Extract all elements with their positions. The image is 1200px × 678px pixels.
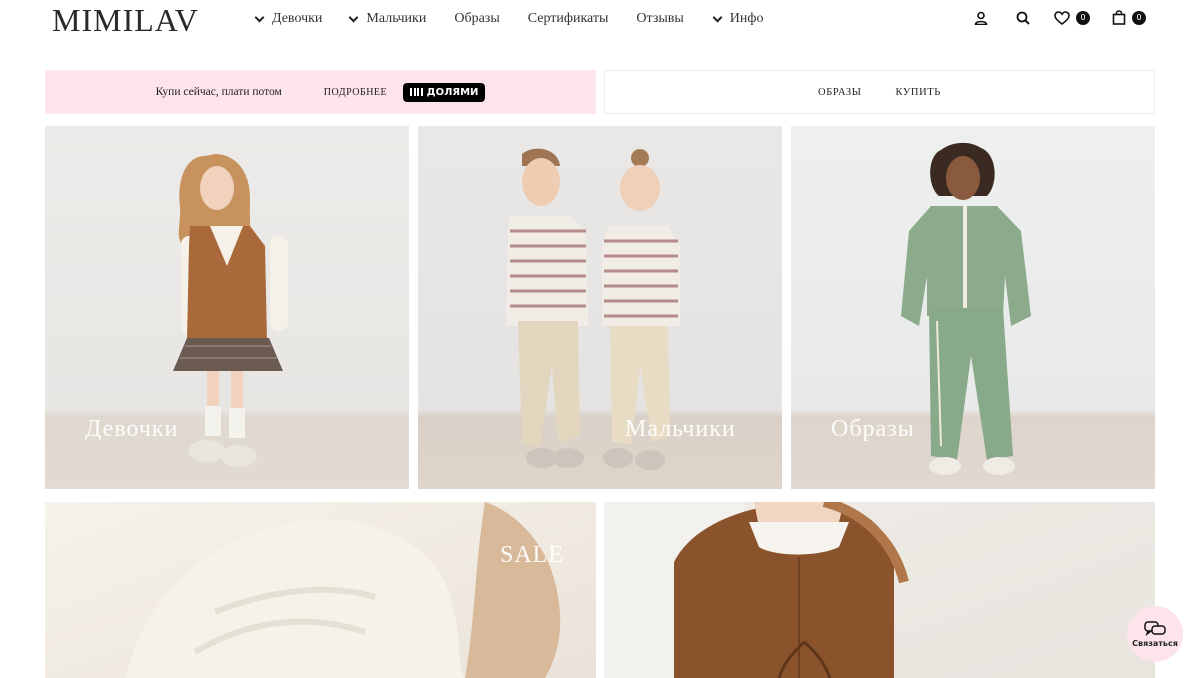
tile-label-sale: SALE bbox=[500, 542, 564, 568]
category-tile-looks[interactable]: Образы bbox=[791, 126, 1155, 489]
tile-label-looks: Образы bbox=[831, 416, 915, 442]
dolyami-badge[interactable]: ДОЛЯМИ bbox=[403, 82, 486, 102]
category-tile-sale[interactable]: SALE bbox=[45, 502, 596, 678]
nav-item-label: Мальчики bbox=[366, 11, 427, 26]
contact-chat-button[interactable]: Связаться bbox=[1127, 606, 1183, 662]
nav-item-label: Сертификаты bbox=[527, 11, 609, 26]
looks-link[interactable]: ОБРАЗЫ bbox=[818, 87, 861, 98]
cart-button[interactable]: 0 bbox=[1112, 10, 1146, 25]
bnpl-promo-banner: Купи сейчас, плати потом ПОДРОБНЕЕ ДОЛЯМ… bbox=[45, 70, 596, 114]
site-logo[interactable]: MIMILAV bbox=[52, 2, 199, 39]
site-header: MIMILAV Девочки Мальчики Образы Сертифик… bbox=[0, 0, 1200, 42]
nav-item-looks[interactable]: Образы bbox=[454, 11, 499, 27]
nav-item-reviews[interactable]: Отзывы bbox=[636, 11, 683, 27]
learn-more-link[interactable]: ПОДРОБНЕЕ bbox=[324, 87, 387, 98]
nav-item-info[interactable]: Инфо bbox=[712, 11, 764, 27]
chevron-down-icon bbox=[348, 12, 359, 22]
cart-count-badge: 0 bbox=[1132, 10, 1146, 25]
heart-icon bbox=[1054, 10, 1070, 25]
looks-promo-banner: ОБРАЗЫ КУПИТЬ bbox=[604, 70, 1155, 114]
wishlist-count-badge: 0 bbox=[1076, 10, 1090, 25]
bag-icon bbox=[1112, 10, 1126, 25]
chevron-down-icon bbox=[712, 12, 723, 22]
nav-item-certificates[interactable]: Сертификаты bbox=[528, 11, 609, 27]
category-tile-featured[interactable] bbox=[604, 502, 1155, 678]
nav-item-label: Инфо bbox=[729, 11, 764, 26]
search-icon bbox=[1016, 11, 1030, 25]
wishlist-button[interactable]: 0 bbox=[1054, 10, 1090, 25]
chevron-down-icon bbox=[254, 12, 265, 22]
tile-label-girls: Девочки bbox=[85, 416, 179, 442]
category-tile-girls[interactable]: Девочки bbox=[45, 126, 409, 489]
category-tile-boys[interactable]: Мальчики bbox=[418, 126, 782, 489]
search-button[interactable] bbox=[1016, 11, 1030, 25]
account-button[interactable] bbox=[974, 11, 988, 25]
nav-item-label: Отзывы bbox=[636, 11, 684, 26]
nav-item-boys[interactable]: Мальчики bbox=[348, 11, 427, 27]
header-icons: 0 0 bbox=[974, 10, 1146, 25]
dolyami-bars-icon bbox=[410, 88, 423, 96]
tile-label-boys: Мальчики bbox=[625, 416, 736, 442]
featured-photo bbox=[604, 502, 909, 678]
chat-icon bbox=[1144, 620, 1166, 636]
nav-item-label: Девочки bbox=[272, 11, 323, 26]
user-icon bbox=[974, 11, 988, 25]
main-nav: Девочки Мальчики Образы Сертификаты Отзы… bbox=[254, 11, 791, 27]
nav-item-label: Образы bbox=[454, 11, 500, 26]
chat-label: Связаться bbox=[1132, 638, 1178, 648]
dolyami-badge-label: ДОЛЯМИ bbox=[426, 86, 479, 98]
buy-link[interactable]: КУПИТЬ bbox=[896, 87, 941, 98]
nav-item-girls[interactable]: Девочки bbox=[254, 11, 323, 27]
sale-photo bbox=[125, 502, 561, 678]
bnpl-promo-text: Купи сейчас, плати потом bbox=[155, 86, 282, 98]
